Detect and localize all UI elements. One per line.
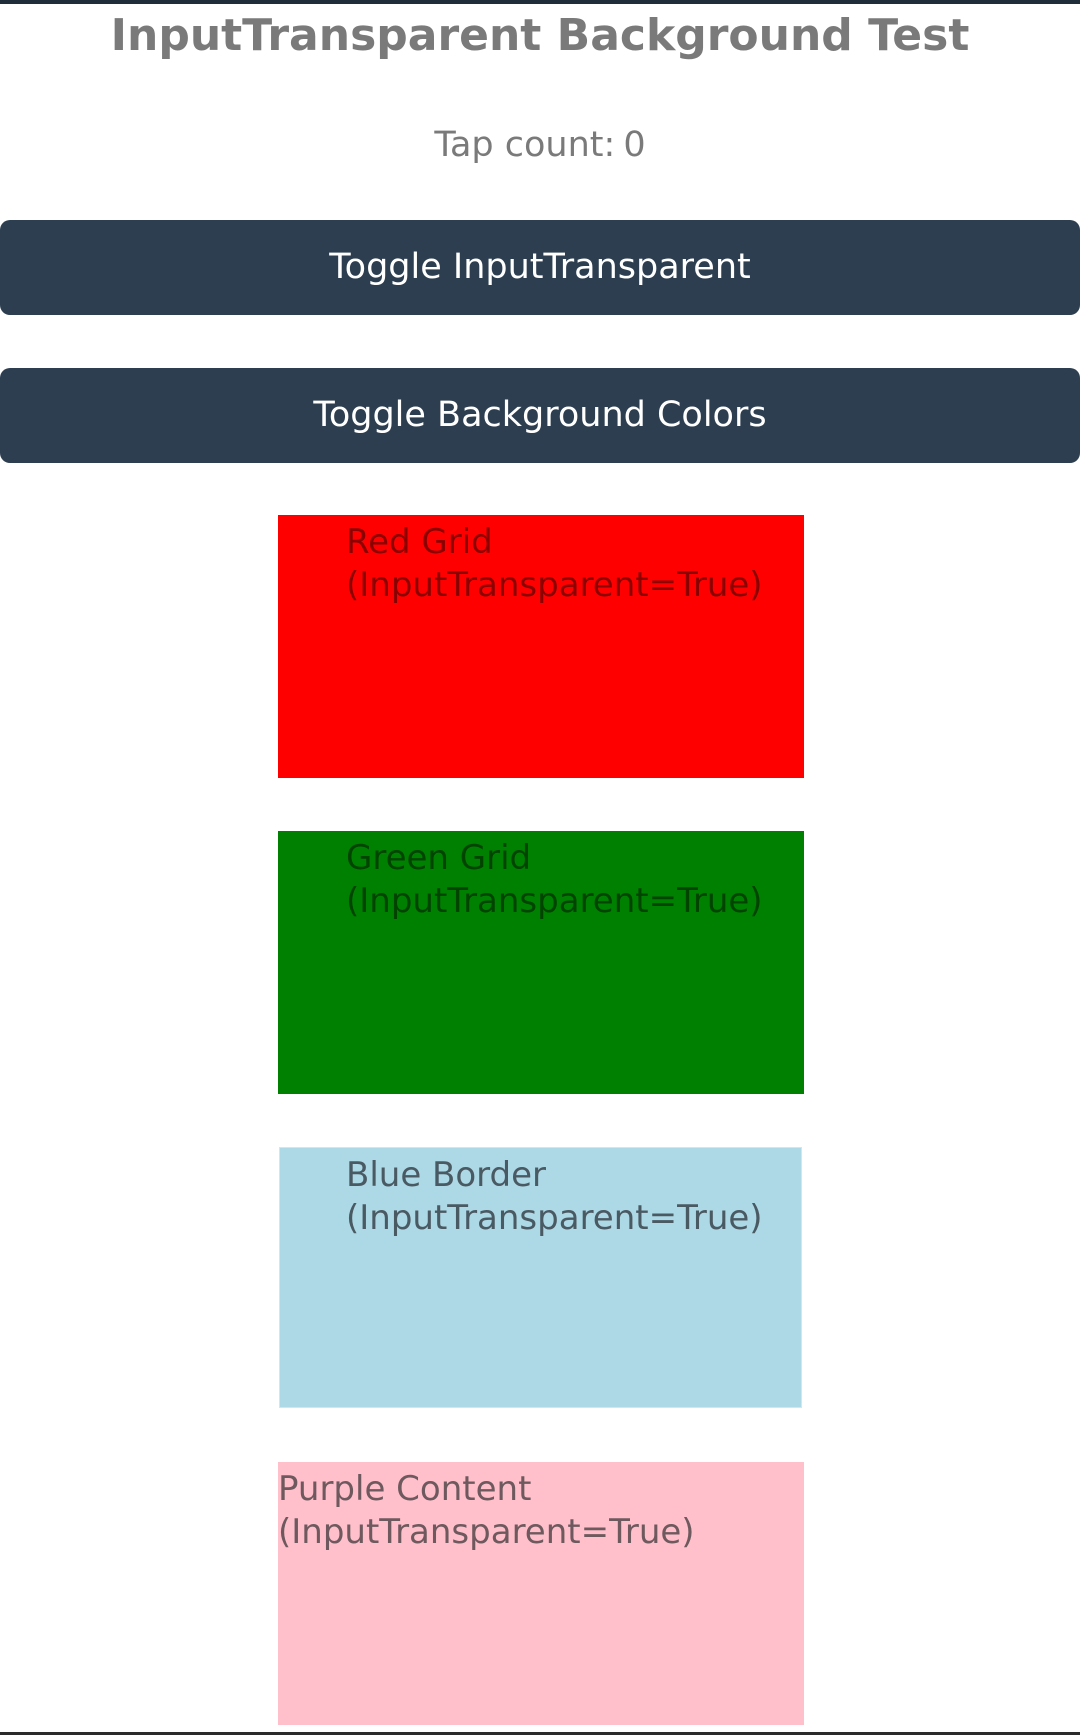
purple-content-label-line2: (InputTransparent=True) — [278, 1512, 695, 1552]
tap-count: Tap count: 0 — [0, 120, 1080, 170]
purple-content-label: Purple Content (InputTransparent=True) — [278, 1468, 695, 1554]
green-grid: Green Grid (InputTransparent=True) — [278, 831, 804, 1094]
tap-count-label: Tap count: — [434, 125, 616, 165]
toggle-input-transparent-button[interactable]: Toggle InputTransparent — [0, 220, 1080, 315]
blue-border-label-line1: Blue Border — [346, 1155, 547, 1195]
tap-count-value: 0 — [623, 125, 646, 165]
blue-border: Blue Border (InputTransparent=True) — [279, 1147, 802, 1408]
green-grid-label-line2: (InputTransparent=True) — [346, 881, 763, 921]
page-title: InputTransparent Background Test — [110, 10, 970, 61]
purple-content: Purple Content (InputTransparent=True) — [278, 1462, 804, 1725]
green-grid-label: Green Grid (InputTransparent=True) — [346, 837, 763, 923]
red-grid-label-line2: (InputTransparent=True) — [346, 565, 763, 605]
top-status-line — [0, 0, 1080, 4]
red-grid-label-line1: Red Grid — [346, 522, 493, 562]
red-grid-label: Red Grid (InputTransparent=True) — [346, 521, 763, 607]
green-grid-label-line1: Green Grid — [346, 838, 532, 878]
blue-border-label: Blue Border (InputTransparent=True) — [346, 1154, 763, 1240]
toggle-background-colors-button[interactable]: Toggle Background Colors — [0, 368, 1080, 463]
purple-content-label-line1: Purple Content — [278, 1469, 532, 1509]
blue-border-label-line2: (InputTransparent=True) — [346, 1198, 763, 1238]
red-grid: Red Grid (InputTransparent=True) — [278, 515, 804, 778]
